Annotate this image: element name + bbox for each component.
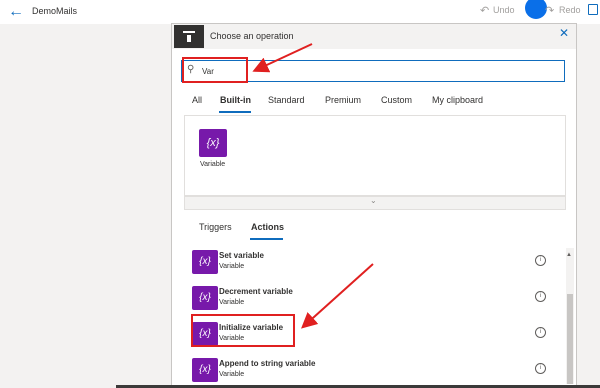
annotation-arrow-search <box>252 43 313 73</box>
annotation-arrow-initialize <box>301 263 374 329</box>
annotation-arrows <box>252 43 374 329</box>
